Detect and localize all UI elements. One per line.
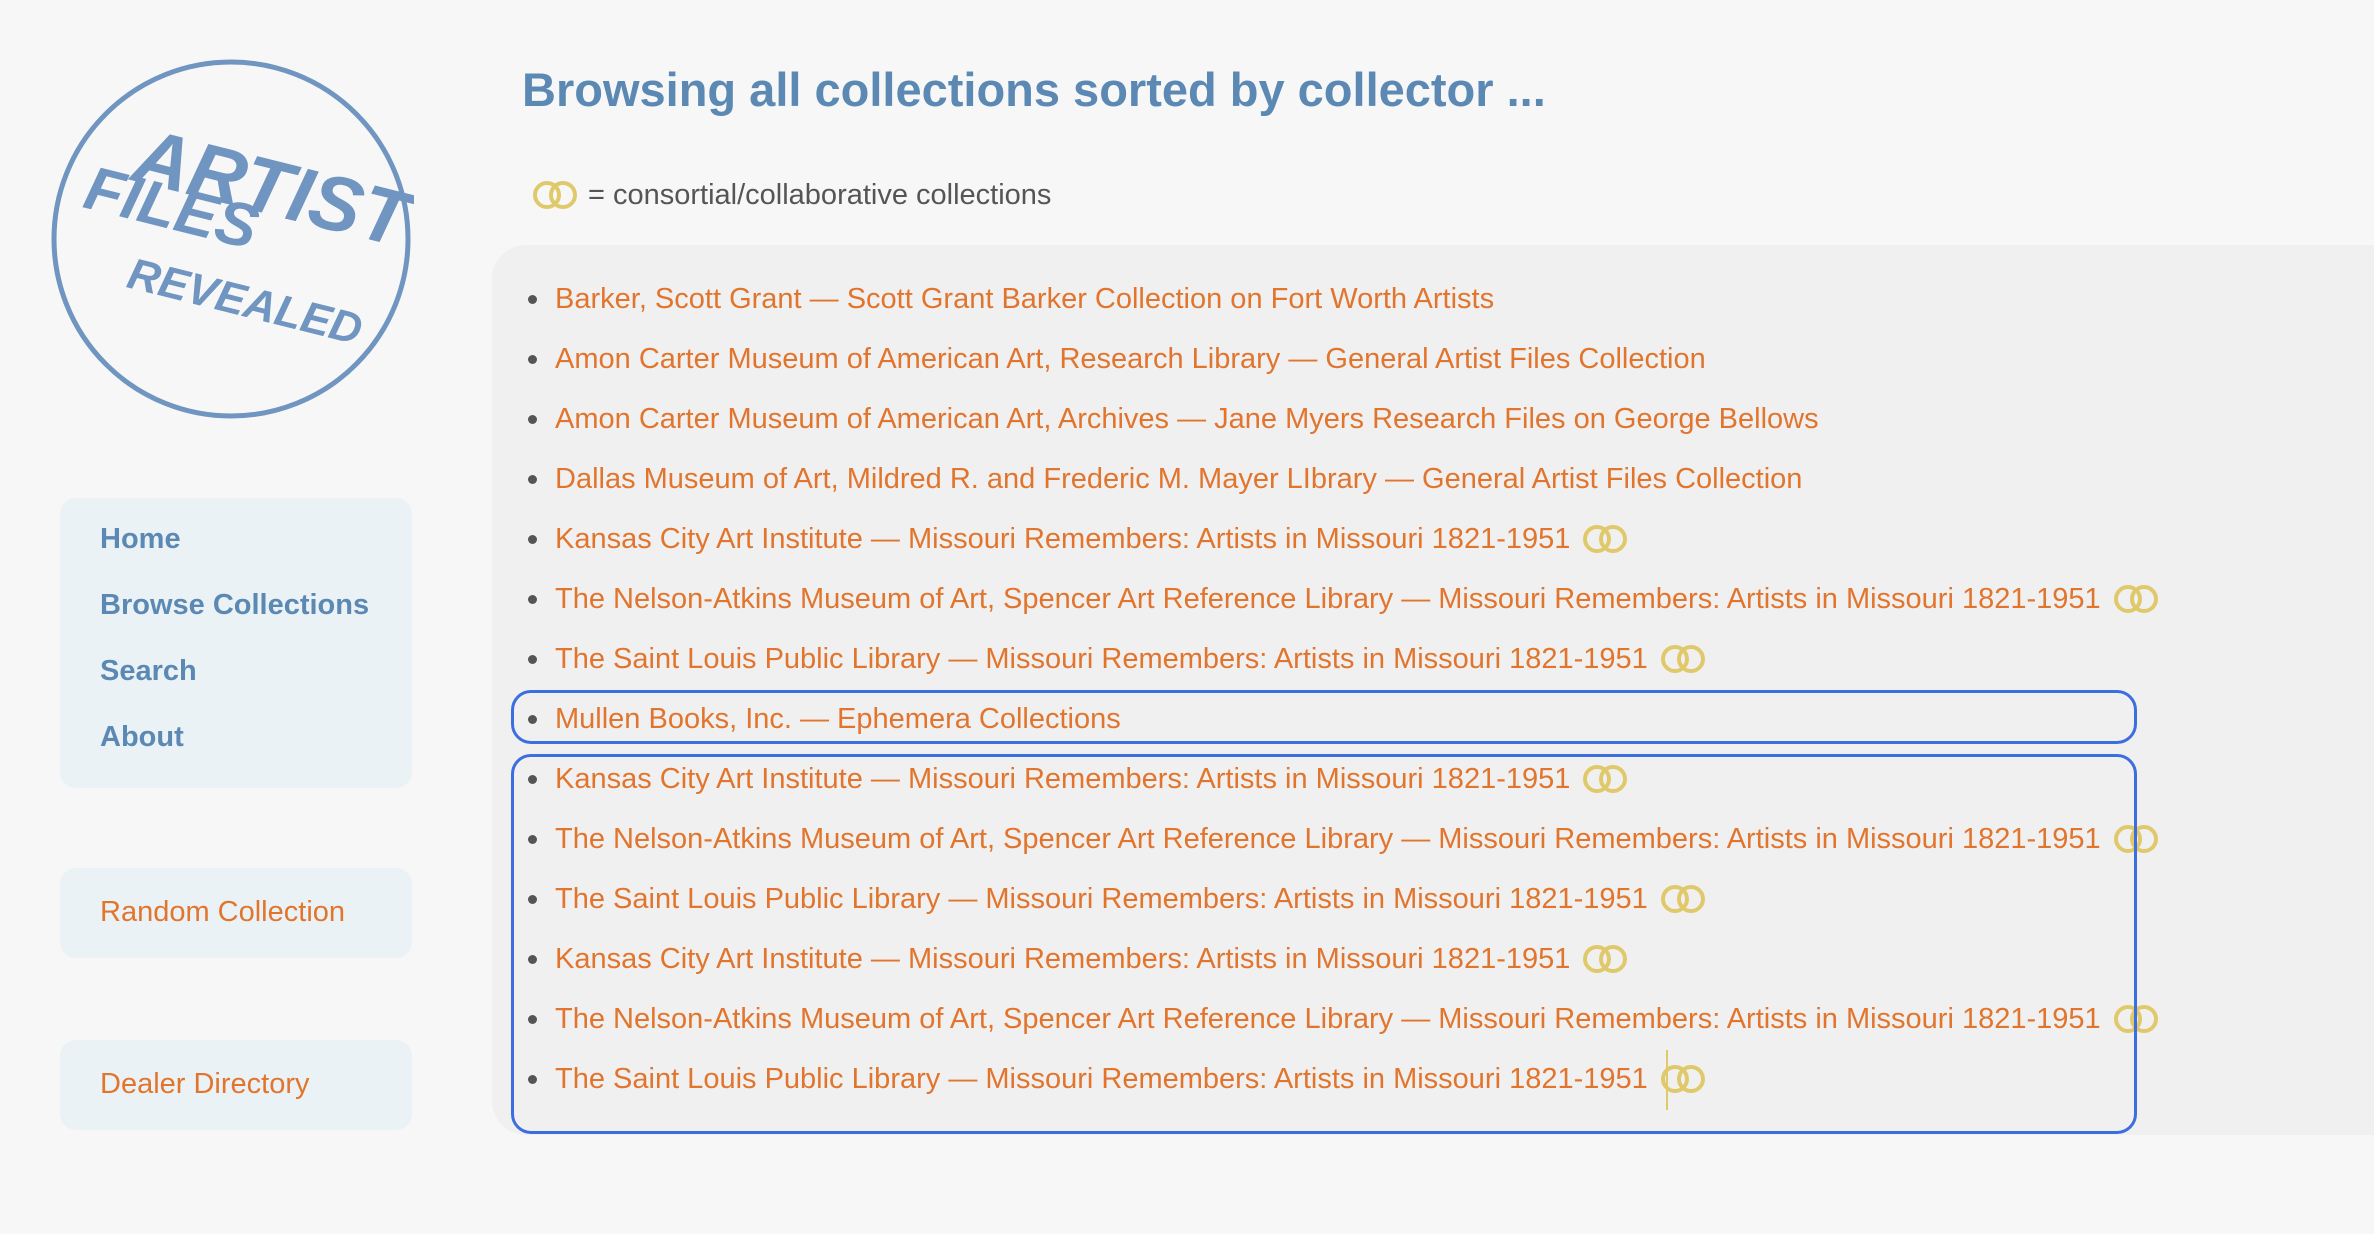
nav-about-link[interactable]: About [100, 721, 184, 753]
collection-link[interactable]: Kansas City Art Institute — Missouri Rem… [555, 520, 1570, 558]
collection-item: Kansas City Art Institute — Missouri Rem… [492, 749, 1630, 809]
collection-link[interactable]: The Nelson-Atkins Museum of Art, Spencer… [555, 1000, 2101, 1038]
nav-item-browse-collections: Browse Collections [60, 586, 412, 652]
collection-item: The Saint Louis Public Library — Missour… [492, 1049, 1708, 1109]
list-bullet [528, 474, 537, 484]
list-bullet [528, 294, 537, 304]
list-bullet [528, 954, 537, 964]
legend: = consortial/collaborative collections [530, 174, 1051, 216]
list-bullet [528, 714, 537, 724]
list-bullet [528, 774, 537, 784]
consortial-rings-icon [1583, 945, 1628, 973]
consortial-rings-icon [2113, 1005, 2158, 1033]
nav-item-search: Search [60, 652, 412, 718]
nav-search-link[interactable]: Search [100, 655, 197, 687]
list-bullet [528, 594, 537, 604]
nav-item-home: Home [60, 520, 412, 586]
nav-browse-collections-link[interactable]: Browse Collections [100, 589, 369, 621]
random-collection-link[interactable]: Random Collection [100, 893, 345, 931]
page-title: Browsing all collections sorted by colle… [522, 63, 1546, 116]
collection-link[interactable]: Barker, Scott Grant — Scott Grant Barker… [555, 280, 1494, 318]
collection-item: Amon Carter Museum of American Art, Rese… [492, 329, 1706, 389]
collection-link[interactable]: Mullen Books, Inc. — Ephemera Collection… [555, 700, 1121, 738]
collections-panel: Barker, Scott Grant — Scott Grant Barker… [492, 245, 2374, 1135]
collection-link[interactable]: Kansas City Art Institute — Missouri Rem… [555, 760, 1570, 798]
list-bullet [528, 834, 537, 844]
list-bullet [528, 414, 537, 424]
list-bullet [528, 354, 537, 364]
collection-item: The Nelson-Atkins Museum of Art, Spencer… [492, 569, 2161, 629]
nav-home-link[interactable]: Home [100, 523, 181, 555]
collection-link[interactable]: Amon Carter Museum of American Art, Arch… [555, 400, 1819, 438]
collection-link[interactable]: The Saint Louis Public Library — Missour… [555, 880, 1648, 918]
list-bullet [528, 534, 537, 544]
consortial-rings-icon [1583, 765, 1628, 793]
nav-item-about: About [60, 718, 412, 784]
main-nav: Home Browse Collections Search About [60, 498, 412, 788]
list-bullet [528, 894, 537, 904]
text-cursor [1666, 1050, 1668, 1110]
legend-text: = consortial/collaborative collections [588, 178, 1052, 211]
artist-files-revealed-logo: ARTIST FILES REVEALED [51, 59, 414, 419]
collection-item: The Nelson-Atkins Museum of Art, Spencer… [492, 809, 2161, 869]
collection-item: Mullen Books, Inc. — Ephemera Collection… [492, 689, 1121, 749]
consortial-rings-icon [1660, 645, 1705, 673]
list-bullet [528, 1074, 537, 1084]
collection-link[interactable]: Dallas Museum of Art, Mildred R. and Fre… [555, 460, 1802, 498]
logo-line-revealed: REVEALED [123, 249, 367, 355]
consortial-rings-icon [2113, 825, 2158, 853]
consortial-rings-icon [2113, 585, 2158, 613]
consortial-rings-icon [1583, 525, 1628, 553]
collection-item: Amon Carter Museum of American Art, Arch… [492, 389, 1819, 449]
consortial-rings-icon [1660, 885, 1705, 913]
collection-item: Dallas Museum of Art, Mildred R. and Fre… [492, 449, 1802, 509]
collection-link[interactable]: Kansas City Art Institute — Missouri Rem… [555, 940, 1570, 978]
collection-item: The Nelson-Atkins Museum of Art, Spencer… [492, 989, 2161, 1049]
collection-link[interactable]: The Nelson-Atkins Museum of Art, Spencer… [555, 580, 2101, 618]
list-bullet [528, 654, 537, 664]
collection-item: Barker, Scott Grant — Scott Grant Barker… [492, 269, 1494, 329]
list-bullet [528, 1014, 537, 1024]
collection-link[interactable]: The Nelson-Atkins Museum of Art, Spencer… [555, 820, 2101, 858]
collection-item: The Saint Louis Public Library — Missour… [492, 629, 1708, 689]
consortial-rings-icon [533, 181, 577, 209]
collection-item: Kansas City Art Institute — Missouri Rem… [492, 929, 1630, 989]
collection-link[interactable]: The Saint Louis Public Library — Missour… [555, 1060, 1648, 1098]
dealer-directory-box: Dealer Directory [60, 1040, 412, 1130]
collection-item: The Saint Louis Public Library — Missour… [492, 869, 1708, 929]
collection-link[interactable]: Amon Carter Museum of American Art, Rese… [555, 340, 1706, 378]
dealer-directory-link[interactable]: Dealer Directory [100, 1065, 310, 1103]
random-collection-box: Random Collection [60, 868, 412, 958]
site-logo[interactable]: ARTIST FILES REVEALED [48, 56, 414, 422]
collection-link[interactable]: The Saint Louis Public Library — Missour… [555, 640, 1648, 678]
collection-item: Kansas City Art Institute — Missouri Rem… [492, 509, 1630, 569]
